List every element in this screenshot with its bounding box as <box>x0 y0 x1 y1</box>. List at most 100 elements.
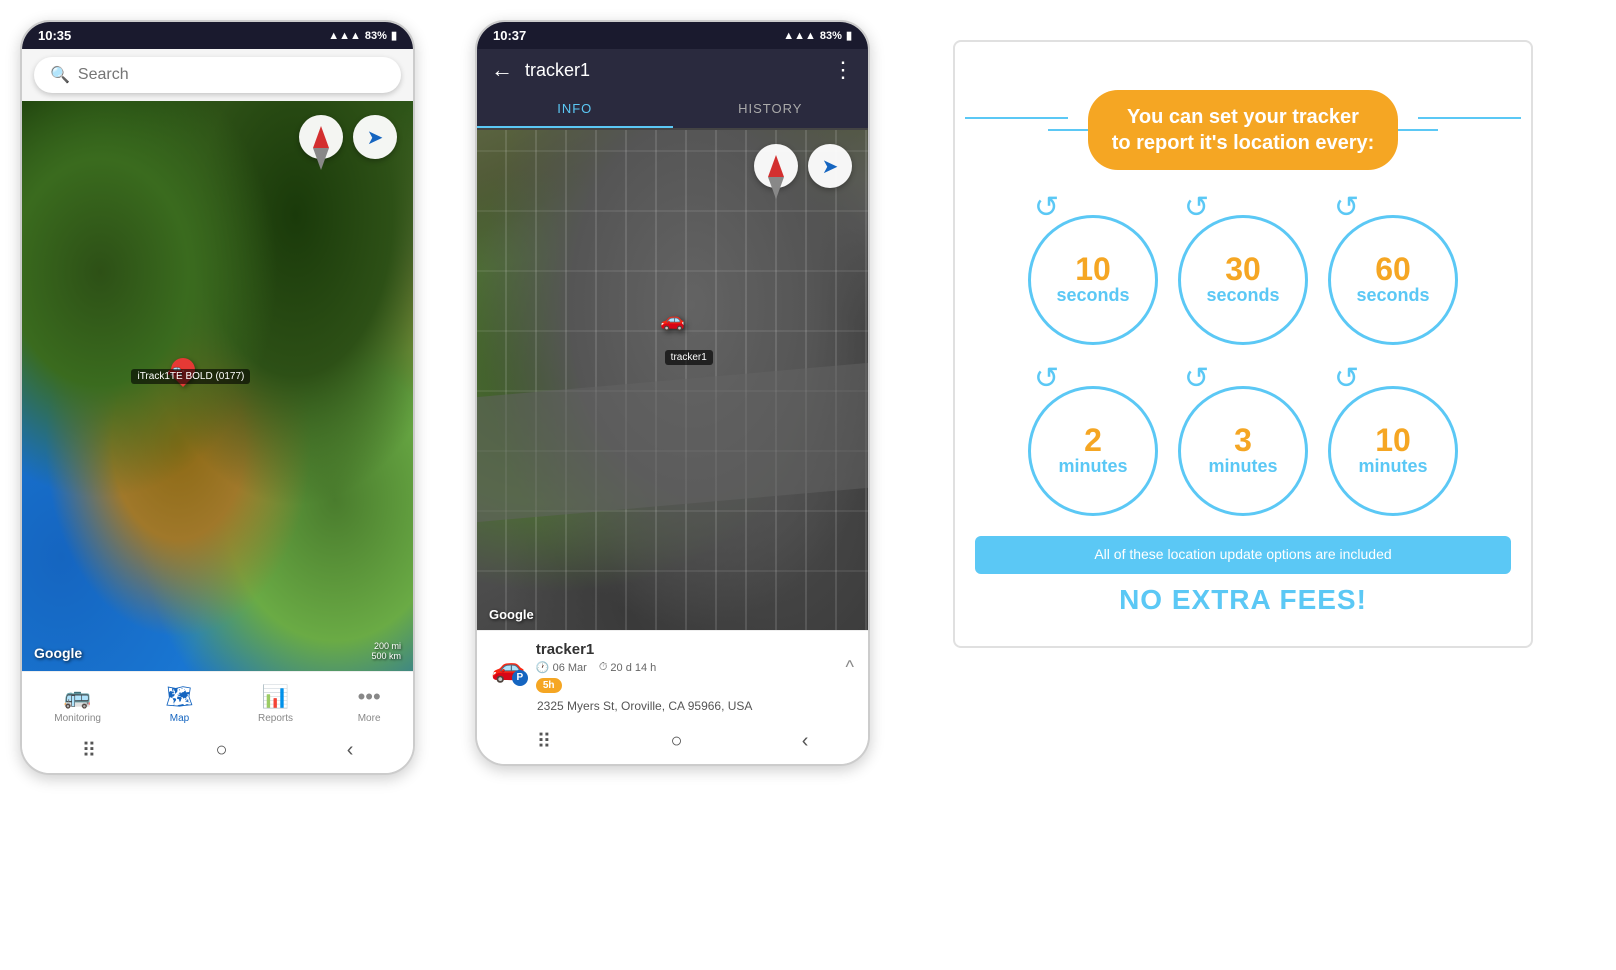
tracker-header: ← tracker1 ⋮ <box>477 49 868 91</box>
map-label: Map <box>170 713 189 724</box>
banner-row: You can set your trackerto report it's l… <box>965 66 1521 170</box>
tracker-title: tracker1 <box>525 60 820 81</box>
parking-badge: P <box>512 670 528 686</box>
circle-2m-unit: minutes <box>1058 456 1127 478</box>
reports-icon: 📊 <box>262 684 289 710</box>
circle-2m-number: 2 <box>1084 424 1102 456</box>
tracker-graphic: You can set your trackerto report it's l… <box>953 40 1533 648</box>
circle-60s-wrapper: ↺ 60 seconds <box>1328 190 1458 345</box>
more-label: More <box>358 713 381 724</box>
google-logo-1: Google <box>34 645 82 661</box>
timer-icon: ⏱ 20 d 14 h <box>599 661 656 674</box>
search-input[interactable] <box>78 66 385 84</box>
direction-icon-2: ➤ <box>822 154 839 179</box>
tracker-info-left: 🚗 P tracker1 🕐 06 Mar ⏱ 20 d 14 h 5h <box>491 641 656 693</box>
circle-30s: 30 seconds <box>1178 215 1308 345</box>
system-bar-2: ⠿ ○ ‹ <box>477 723 868 764</box>
sys-menu-btn[interactable]: ⠿ <box>82 738 97 763</box>
tracker-name: tracker1 <box>536 641 656 658</box>
circle-10s-number: 10 <box>1075 253 1111 285</box>
battery-icon-2: ▮ <box>846 29 852 42</box>
circles-row-1: ↺ 10 seconds ↺ 30 seconds ↺ 60 seconds <box>955 170 1531 345</box>
sys-menu-btn-2[interactable]: ⠿ <box>537 729 552 754</box>
battery-1: 83% <box>365 30 387 42</box>
chevron-up-icon[interactable]: ^ <box>846 657 854 678</box>
tab-info[interactable]: INFO <box>477 91 673 128</box>
tracker-label-satellite: iTrack1TE BOLD (0177) <box>131 369 250 384</box>
tabs: INFO HISTORY <box>477 91 868 130</box>
tracker-avatar: 🚗 P <box>491 651 526 684</box>
circle-2m-wrapper: ↺ 2 minutes <box>1028 361 1158 516</box>
date-text: 06 Mar <box>553 662 587 674</box>
bottom-nav-1: 🚌 Monitoring 🗺 Map 📊 Reports ••• More <box>22 671 413 732</box>
duration-text: 20 d 14 h <box>610 662 656 674</box>
sys-back-btn-2[interactable]: ‹ <box>802 730 809 753</box>
circle-60s: 60 seconds <box>1328 215 1458 345</box>
blue-banner: All of these location update options are… <box>975 536 1511 574</box>
status-icons-2: ▲▲▲ 83% ▮ <box>783 29 852 42</box>
arrow-10m: ↺ <box>1334 361 1359 396</box>
circle-60s-number: 60 <box>1375 253 1411 285</box>
nav-reports[interactable]: 📊 Reports <box>250 680 301 728</box>
direction-button-1[interactable]: ➤ <box>353 115 397 159</box>
circle-30s-wrapper: ↺ 30 seconds <box>1178 190 1308 345</box>
circle-60s-unit: seconds <box>1356 285 1429 307</box>
phone1-satellite: 10:35 ▲▲▲ 83% ▮ 🔍 ➤ iTrack1TE BOLD (0177… <box>20 20 415 775</box>
nav-monitoring[interactable]: 🚌 Monitoring <box>46 680 109 728</box>
compass-button-1[interactable] <box>299 115 343 159</box>
battery-icon-1: ▮ <box>391 29 397 42</box>
arrow-3m: ↺ <box>1184 361 1209 396</box>
more-button[interactable]: ⋮ <box>832 57 854 83</box>
street-map[interactable]: ➤ 🚗 tracker1 Google <box>477 130 868 630</box>
circle-10m: 10 minutes <box>1328 386 1458 516</box>
system-bar-1: ⠿ ○ ‹ <box>22 732 413 773</box>
back-button[interactable]: ← <box>491 57 513 83</box>
sys-home-btn-2[interactable]: ○ <box>670 730 682 753</box>
sys-back-btn[interactable]: ‹ <box>347 739 354 762</box>
reports-label: Reports <box>258 713 293 724</box>
status-bar-2: 10:37 ▲▲▲ 83% ▮ <box>477 22 868 49</box>
blue-banner-text: All of these location update options are… <box>1094 546 1391 562</box>
circle-3m: 3 minutes <box>1178 386 1308 516</box>
time-1: 10:35 <box>38 28 71 43</box>
direction-icon-1: ➤ <box>367 125 384 150</box>
more-icon: ••• <box>358 684 381 710</box>
circle-10m-unit: minutes <box>1358 456 1427 478</box>
right-line <box>1418 117 1521 119</box>
circle-3m-number: 3 <box>1234 424 1252 456</box>
google-logo-2: Google <box>489 607 534 622</box>
circle-10s-wrapper: ↺ 10 seconds <box>1028 190 1158 345</box>
compass-button-2[interactable] <box>754 144 798 188</box>
circle-10m-wrapper: ↺ 10 minutes <box>1328 361 1458 516</box>
search-bar[interactable]: 🔍 <box>34 57 401 93</box>
sys-home-btn[interactable]: ○ <box>215 739 227 762</box>
compass-arrow-2 <box>768 155 784 177</box>
circle-10m-number: 10 <box>1375 424 1411 456</box>
circle-10s-unit: seconds <box>1056 285 1129 307</box>
battery-2: 83% <box>820 30 842 42</box>
circle-2m: 2 minutes <box>1028 386 1158 516</box>
nav-map[interactable]: 🗺 Map <box>158 680 202 728</box>
arrow-10s: ↺ <box>1034 190 1059 225</box>
sv-map-bg <box>477 130 868 630</box>
phone2-streetview: 10:37 ▲▲▲ 83% ▮ ← tracker1 ⋮ INFO HISTOR… <box>475 20 870 766</box>
circle-3m-unit: minutes <box>1208 456 1277 478</box>
tracker-meta: 🕐 06 Mar ⏱ 20 d 14 h <box>536 661 656 674</box>
arrow-60s: ↺ <box>1334 190 1359 225</box>
monitoring-icon: 🚌 <box>64 684 91 710</box>
nav-more[interactable]: ••• More <box>350 680 389 728</box>
circle-30s-number: 30 <box>1225 253 1261 285</box>
signal-icon-2: ▲▲▲ <box>783 30 816 42</box>
direction-button-2[interactable]: ➤ <box>808 144 852 188</box>
sv-tracker-label: tracker1 <box>665 350 713 365</box>
tracker-info-header: 🚗 P tracker1 🕐 06 Mar ⏱ 20 d 14 h 5h ^ <box>491 641 854 693</box>
left-line <box>965 117 1068 119</box>
tab-history[interactable]: HISTORY <box>673 91 869 128</box>
compass-arrow-1 <box>313 126 329 148</box>
arrow-30s: ↺ <box>1184 190 1209 225</box>
satellite-map[interactable]: ➤ iTrack1TE BOLD (0177) Google 200 mi 50… <box>22 101 413 671</box>
arrow-2m: ↺ <box>1034 361 1059 396</box>
time-badge: 5h <box>536 678 562 693</box>
status-bar-1: 10:35 ▲▲▲ 83% ▮ <box>22 22 413 49</box>
clock-icon: 🕐 06 Mar <box>536 661 587 674</box>
